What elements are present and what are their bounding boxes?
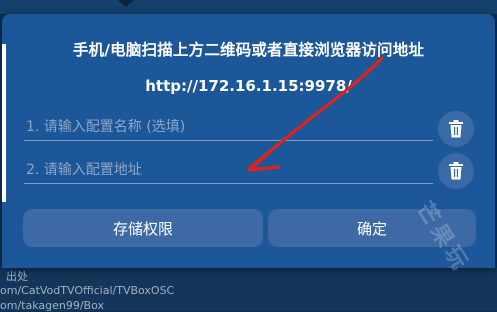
dialog-left-rail xyxy=(2,44,6,202)
dialog-instruction: 手机/电脑扫描上方二维码或者直接浏览器访问地址 xyxy=(72,41,425,59)
background-source-label: 出处 xyxy=(6,270,28,283)
config-name-input[interactable] xyxy=(24,114,437,140)
background-chevron-icon xyxy=(118,0,134,7)
delete-url-button[interactable] xyxy=(438,153,474,189)
save-permission-button[interactable]: 存储权限 xyxy=(23,209,263,247)
server-url: http://172.16.1.15:9978/ xyxy=(145,77,352,95)
config-url-input[interactable] xyxy=(24,157,437,183)
config-url-field[interactable] xyxy=(24,157,437,184)
background-top-bar xyxy=(0,0,497,14)
config-name-field[interactable] xyxy=(24,114,437,141)
trash-icon xyxy=(449,120,463,138)
background-link-2[interactable]: om/takagen99/Box xyxy=(0,299,104,312)
delete-name-button[interactable] xyxy=(438,111,474,147)
trash-icon xyxy=(449,162,463,180)
background-link-1[interactable]: om/CatVodTVOfficial/TVBoxOSC xyxy=(0,284,174,297)
